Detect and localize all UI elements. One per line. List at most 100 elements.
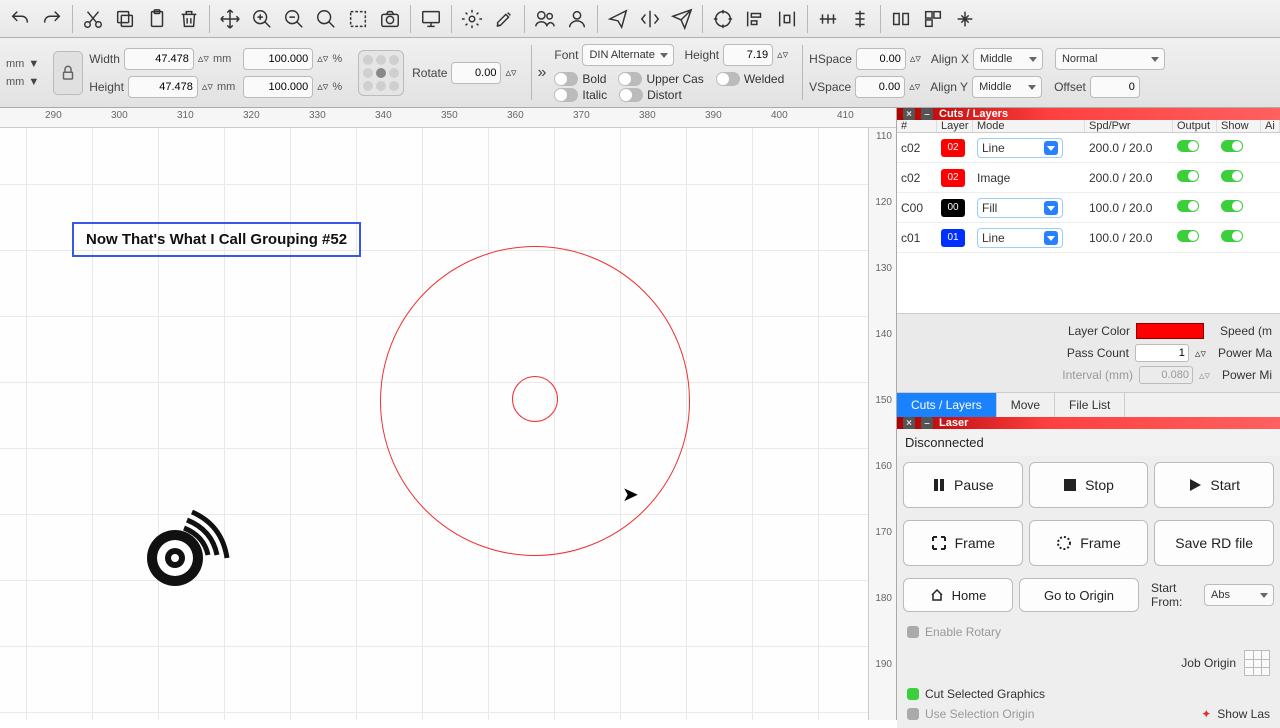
arrange-2-icon[interactable]: [918, 4, 948, 34]
gear-icon[interactable]: [457, 4, 487, 34]
frame2-label: Frame: [1080, 535, 1120, 551]
save-rd-button[interactable]: Save RD file: [1154, 520, 1274, 566]
welded-toggle[interactable]: [716, 72, 740, 86]
collapse-panel-icon[interactable]: –: [921, 108, 933, 120]
col-show: Show: [1217, 120, 1261, 132]
send-icon[interactable]: [603, 4, 633, 34]
stop-button[interactable]: Stop: [1029, 462, 1149, 508]
table-row[interactable]: c0202Line200.0 / 20.0: [897, 133, 1280, 163]
width-pct-input[interactable]: [243, 48, 313, 70]
cutsel-check[interactable]: [907, 688, 919, 700]
bold-toggle[interactable]: [554, 72, 578, 86]
monitor-icon[interactable]: [416, 4, 446, 34]
table-row[interactable]: c0202Image200.0 / 20.0: [897, 163, 1280, 193]
font-value: DIN Alternate: [589, 49, 654, 61]
pmin-label: Power Mi: [1222, 368, 1272, 382]
italic-toggle[interactable]: [554, 88, 578, 102]
paste-icon[interactable]: [142, 4, 172, 34]
tab-cuts[interactable]: Cuts / Layers: [897, 393, 997, 417]
font-label: Font: [554, 48, 578, 62]
hspace-input[interactable]: [856, 48, 906, 70]
offset-input[interactable]: [1090, 76, 1140, 98]
aligny-select[interactable]: Middle: [972, 76, 1042, 98]
normal-select[interactable]: Normal: [1055, 48, 1165, 70]
copy-icon[interactable]: [110, 4, 140, 34]
table-row[interactable]: c0101Line100.0 / 20.0: [897, 223, 1280, 253]
redo-icon[interactable]: [37, 4, 67, 34]
pause-button[interactable]: Pause: [903, 462, 1023, 508]
startfrom-select[interactable]: Abs: [1204, 584, 1274, 606]
save-label: Save RD file: [1175, 535, 1253, 551]
arrange-1-icon[interactable]: [886, 4, 916, 34]
start-button[interactable]: Start: [1154, 462, 1274, 508]
cuts-table-header: # Layer Mode Spd/Pwr Output Show Ai: [897, 120, 1280, 133]
height-input[interactable]: [128, 76, 198, 98]
pass-label: Pass Count: [1067, 346, 1129, 360]
anchor-grid[interactable]: [358, 50, 404, 96]
frame-rect-button[interactable]: Frame: [903, 520, 1023, 566]
col-layer: Layer: [937, 120, 973, 132]
alignx-select[interactable]: Middle: [973, 48, 1043, 70]
rotate-label: Rotate: [412, 66, 447, 80]
frame-hull-button[interactable]: Frame: [1029, 520, 1149, 566]
move-icon[interactable]: [215, 4, 245, 34]
user-icon[interactable]: [562, 4, 592, 34]
canvas[interactable]: Now That's What I Call Grouping #52 ➤: [0, 128, 868, 720]
cut-icon[interactable]: [78, 4, 108, 34]
arrange-3-icon[interactable]: [950, 4, 980, 34]
tools-icon[interactable]: [489, 4, 519, 34]
italic-label: Italic: [582, 88, 607, 102]
width-input[interactable]: [124, 48, 194, 70]
font-select[interactable]: DIN Alternate: [582, 44, 674, 66]
text-height-input[interactable]: [723, 44, 773, 66]
pmax-label: Power Ma: [1218, 346, 1272, 360]
interval-label: Interval (mm): [1062, 368, 1133, 382]
tab-filelist[interactable]: File List: [1055, 393, 1125, 417]
showlas-label: Show Las: [1217, 707, 1270, 721]
close-laser-icon[interactable]: ×: [903, 417, 915, 429]
rotate-input[interactable]: [451, 62, 501, 84]
joborigin-grid[interactable]: [1244, 650, 1270, 676]
rotary-check[interactable]: [907, 626, 919, 638]
zoom-in-icon[interactable]: [279, 4, 309, 34]
speaker-graphic[interactable]: [142, 500, 232, 598]
cuts-layers-header[interactable]: × – Cuts / Layers: [897, 108, 1280, 120]
table-row[interactable]: C0000Fill100.0 / 20.0: [897, 193, 1280, 223]
col-spdpwr: Spd/Pwr: [1085, 120, 1173, 132]
undo-icon[interactable]: [5, 4, 35, 34]
frame1-label: Frame: [955, 535, 995, 551]
laser-header[interactable]: × – Laser: [897, 417, 1280, 429]
align-dist-icon[interactable]: [772, 4, 802, 34]
tab-move[interactable]: Move: [997, 393, 1055, 417]
distort-toggle[interactable]: [619, 88, 643, 102]
collapse-laser-icon[interactable]: –: [921, 417, 933, 429]
dist-v-icon[interactable]: [845, 4, 875, 34]
vspace-input[interactable]: [855, 76, 905, 98]
chevrons-icon[interactable]: »: [538, 64, 547, 82]
align-left-icon[interactable]: [740, 4, 770, 34]
close-panel-icon[interactable]: ×: [903, 108, 915, 120]
send-alt-icon[interactable]: [667, 4, 697, 34]
zoom-out-icon[interactable]: [311, 4, 341, 34]
height-pct-input[interactable]: [243, 76, 313, 98]
users-icon[interactable]: [530, 4, 560, 34]
delete-icon[interactable]: [174, 4, 204, 34]
upper-toggle[interactable]: [618, 72, 642, 86]
text-object[interactable]: Now That's What I Call Grouping #52: [72, 222, 361, 257]
home-button[interactable]: Home: [903, 578, 1013, 612]
target-icon[interactable]: [708, 4, 738, 34]
layer-color-swatch[interactable]: [1136, 323, 1204, 339]
marquee-icon[interactable]: [343, 4, 373, 34]
camera-icon[interactable]: [375, 4, 405, 34]
flip-h-icon[interactable]: [635, 4, 665, 34]
upper-label: Upper Cas: [646, 72, 703, 86]
pass-input[interactable]: [1135, 344, 1189, 362]
circle-inner[interactable]: [512, 376, 558, 422]
x-unit: mm: [6, 58, 24, 70]
y-unit: mm: [6, 76, 24, 88]
zoom-fit-icon[interactable]: [247, 4, 277, 34]
lock-aspect-icon[interactable]: [53, 51, 83, 95]
goto-origin-button[interactable]: Go to Origin: [1019, 578, 1139, 612]
dist-h-icon[interactable]: [813, 4, 843, 34]
usesel-check[interactable]: [907, 708, 919, 720]
